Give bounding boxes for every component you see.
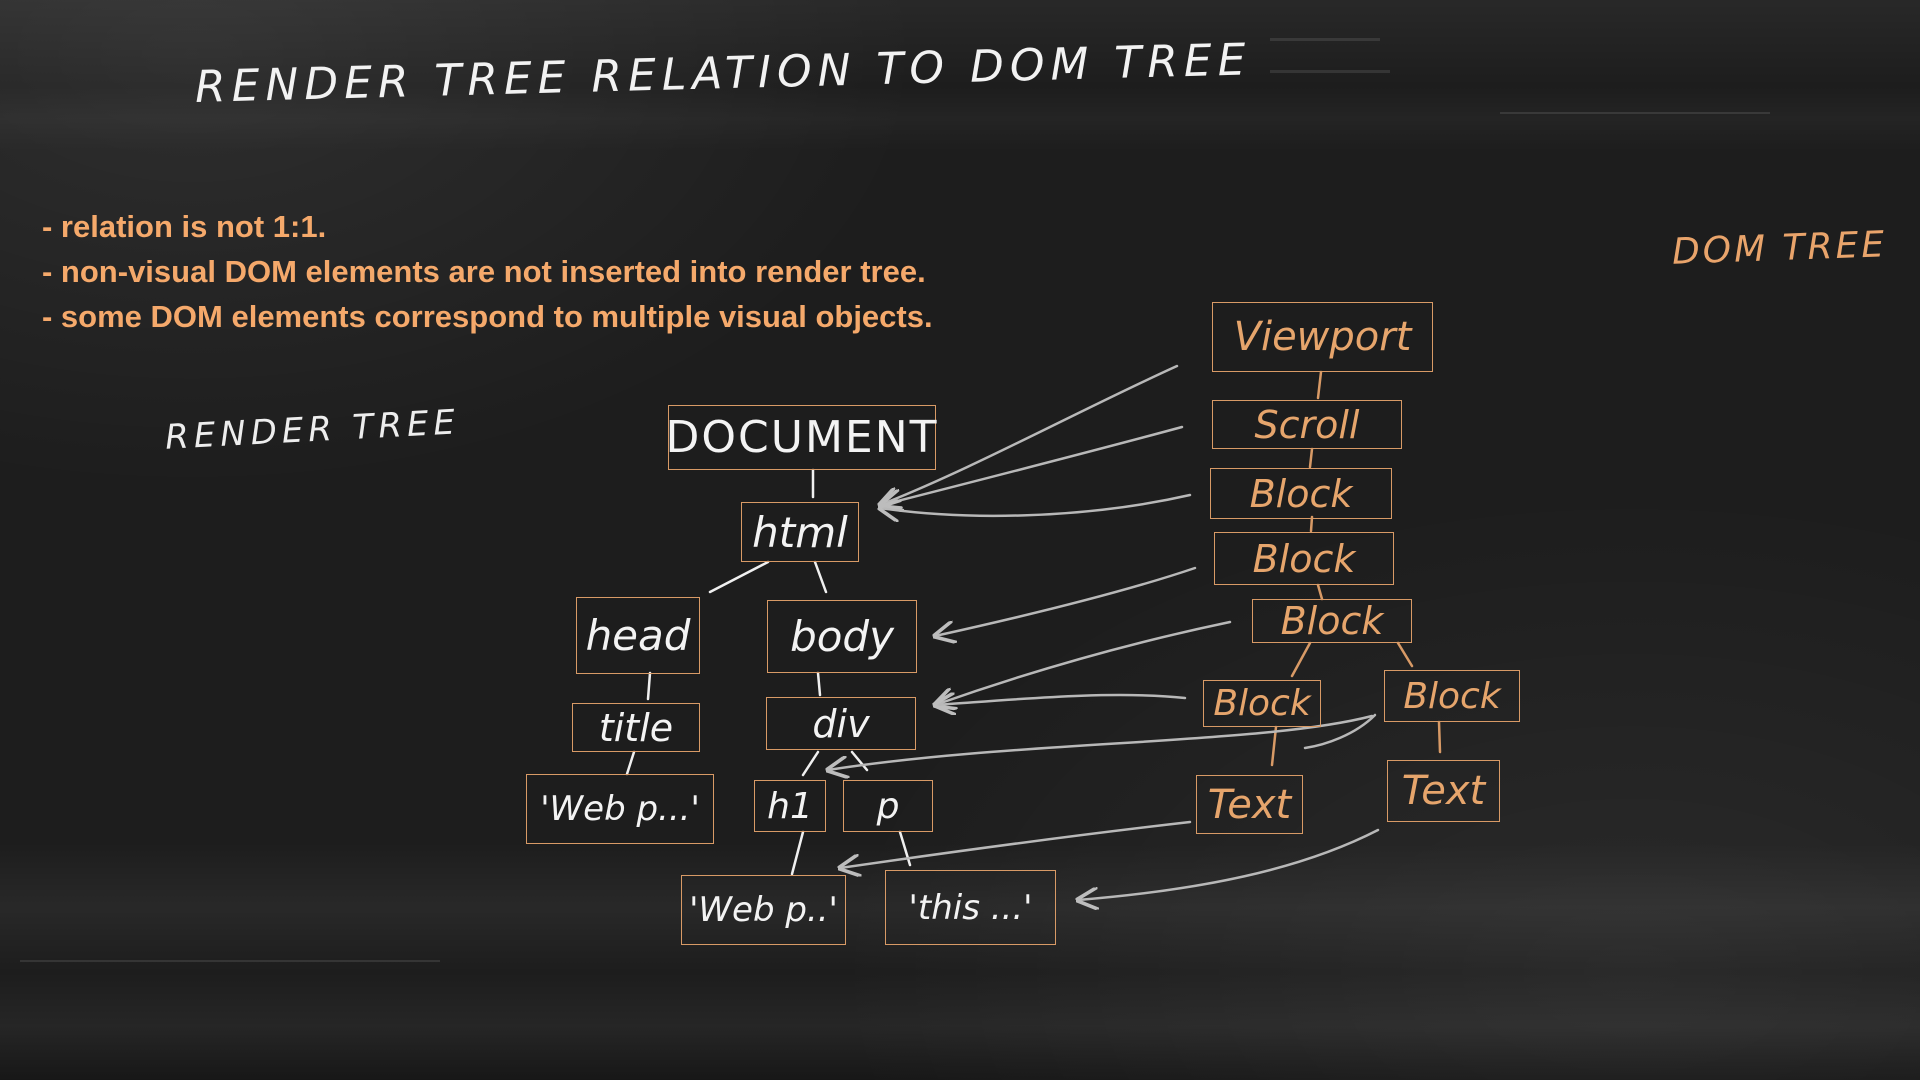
render-node-block: Block <box>1203 680 1321 727</box>
render-node-scroll: Scroll <box>1212 400 1402 449</box>
dom-node-html: html <box>741 502 859 562</box>
dom-node-head: head <box>576 597 700 674</box>
render-node-block: Block <box>1214 532 1394 585</box>
dom-node-h1: h1 <box>754 780 826 832</box>
dom-node-title: title <box>572 703 700 752</box>
render-node-block: Block <box>1210 468 1392 519</box>
render-node-viewport: Viewport <box>1212 302 1433 372</box>
dom-node-body: body <box>767 600 917 673</box>
dom-node-h1-text: 'Web p..' <box>681 875 846 945</box>
render-node-block: Block <box>1252 599 1412 643</box>
render-node-text: Text <box>1387 760 1500 822</box>
dom-node-div: div <box>766 697 916 750</box>
dom-node-document: DOCUMENT <box>666 405 937 470</box>
render-node-text: Text <box>1196 775 1303 834</box>
dom-node-p-text: 'this ...' <box>885 870 1056 945</box>
render-node-block: Block <box>1384 670 1520 722</box>
dom-node-title-text: 'Web p...' <box>526 774 714 844</box>
dom-node-p: p <box>843 780 933 832</box>
